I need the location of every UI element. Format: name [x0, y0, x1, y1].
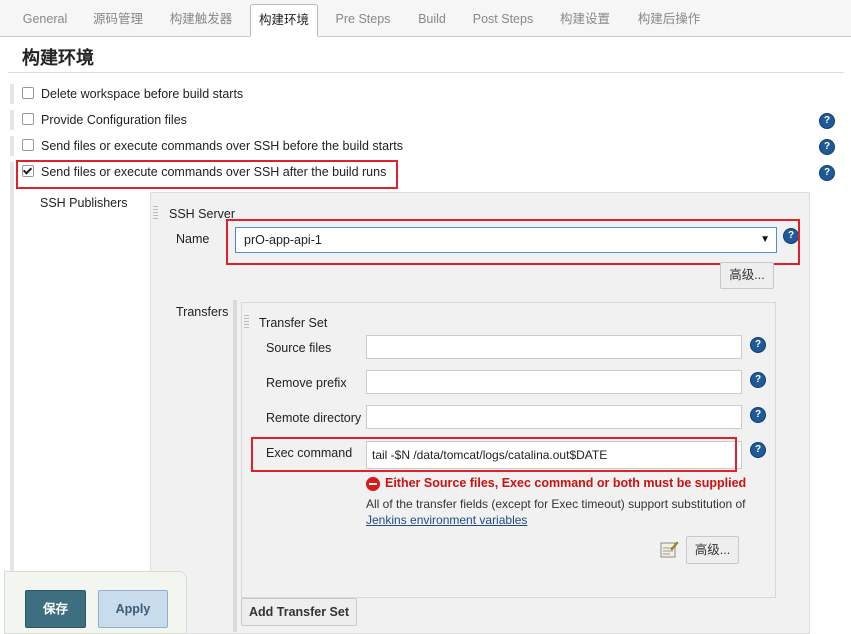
help-icon[interactable]: ?	[750, 372, 766, 388]
option-provide-config-files[interactable]: Provide Configuration files	[22, 110, 187, 130]
source-files-label: Source files	[266, 341, 332, 355]
remote-directory-input[interactable]	[366, 405, 742, 429]
row-guide	[10, 84, 14, 104]
tab-build-settings[interactable]: 构建设置	[550, 4, 620, 34]
row-guide	[10, 136, 14, 156]
save-button[interactable]: 保存	[25, 590, 86, 628]
tab-source-code[interactable]: 源码管理	[83, 4, 153, 34]
remove-prefix-input[interactable]	[366, 370, 742, 394]
notepad-icon[interactable]	[660, 540, 679, 559]
transfer-set-label: Transfer Set	[259, 316, 328, 330]
tab-build-environment[interactable]: 构建环境	[250, 4, 318, 37]
section-title: 构建环境	[22, 48, 94, 68]
help-icon[interactable]: ?	[750, 407, 766, 423]
highlight-box	[16, 160, 398, 189]
error-icon	[366, 477, 380, 491]
help-icon[interactable]: ?	[819, 165, 835, 181]
name-label: Name	[176, 232, 210, 246]
help-icon[interactable]: ?	[750, 442, 766, 458]
substitution-note: All of the transfer fields (except for E…	[366, 496, 746, 528]
help-icon[interactable]: ?	[750, 337, 766, 353]
error-message: Either Source files, Exec command or bot…	[385, 476, 747, 490]
tab-build-triggers[interactable]: 构建触发器	[158, 4, 244, 34]
option-label: Send files or execute commands over SSH …	[41, 139, 403, 153]
advanced-button-transfer[interactable]: 高级...	[686, 536, 739, 564]
remove-prefix-label: Remove prefix	[266, 376, 347, 390]
config-tab-bar: General 源码管理 构建触发器 构建环境 Pre Steps Build …	[0, 0, 851, 37]
apply-button[interactable]: Apply	[98, 590, 168, 628]
ssh-publishers-label: SSH Publishers	[40, 196, 128, 210]
checkbox[interactable]	[22, 87, 34, 99]
row-guide	[10, 162, 14, 632]
row-guide	[10, 110, 14, 130]
remote-directory-label: Remote directory	[266, 411, 362, 425]
advanced-button[interactable]: 高级...	[720, 262, 774, 289]
checkbox[interactable]	[22, 113, 34, 125]
drag-handle-icon[interactable]	[244, 315, 249, 329]
tab-build[interactable]: Build	[408, 4, 456, 34]
option-label: Provide Configuration files	[41, 113, 187, 127]
option-ssh-before-build[interactable]: Send files or execute commands over SSH …	[22, 136, 403, 156]
help-icon[interactable]: ?	[819, 113, 835, 129]
tab-post-steps[interactable]: Post Steps	[465, 4, 541, 34]
tab-pre-steps[interactable]: Pre Steps	[327, 4, 399, 34]
drag-handle-icon[interactable]	[153, 206, 158, 220]
help-icon[interactable]: ?	[819, 139, 835, 155]
source-files-input[interactable]	[366, 335, 742, 359]
tab-post-build-actions[interactable]: 构建后操作	[627, 4, 711, 34]
transfers-label: Transfers	[176, 305, 229, 319]
jenkins-env-vars-link[interactable]: Jenkins environment variables	[366, 513, 527, 527]
note-text: All of the transfer fields (except for E…	[366, 497, 746, 511]
highlight-box	[251, 437, 737, 472]
highlight-box	[226, 219, 800, 265]
transfers-guide	[233, 300, 237, 632]
option-label: Delete workspace before build starts	[41, 87, 244, 101]
section-divider	[8, 72, 844, 73]
tab-general[interactable]: General	[10, 4, 80, 34]
option-delete-workspace[interactable]: Delete workspace before build starts	[22, 84, 243, 104]
add-transfer-set-button[interactable]: Add Transfer Set	[241, 598, 357, 626]
checkbox[interactable]	[22, 139, 34, 151]
